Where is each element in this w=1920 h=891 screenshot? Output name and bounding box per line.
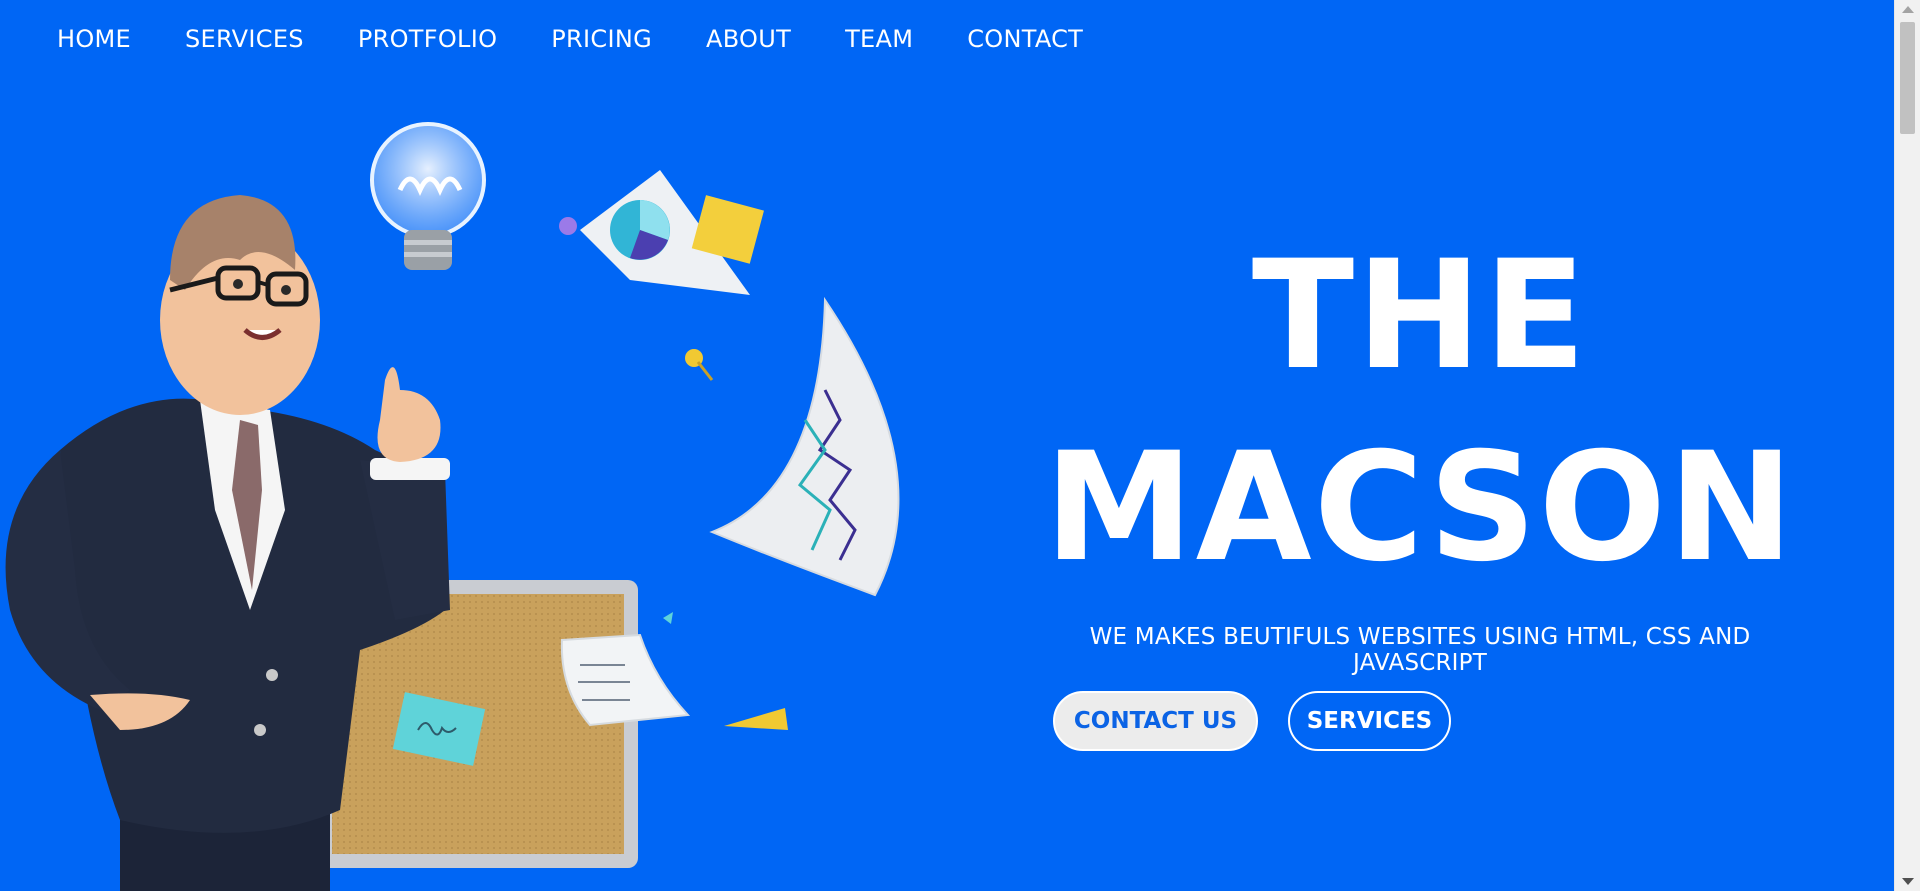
nav-portfolio[interactable]: PROTFOLIO <box>358 22 497 56</box>
scrollbar-thumb[interactable] <box>1900 22 1915 134</box>
contact-us-button[interactable]: CONTACT US <box>1053 691 1258 751</box>
nav-contact[interactable]: CONTACT <box>967 22 1083 56</box>
pushpin-icon <box>685 349 714 381</box>
nav-services[interactable]: SERVICES <box>185 22 304 56</box>
hero-title-line-2: MACSON <box>1044 421 1796 595</box>
nav-about[interactable]: ABOUT <box>706 22 791 56</box>
nav-pricing[interactable]: PRICING <box>551 22 652 56</box>
chevron-up-icon[interactable] <box>1902 6 1914 13</box>
vertical-scrollbar[interactable] <box>1894 0 1920 891</box>
landing-page: HOME SERVICES PROTFOLIO PRICING ABOUT TE… <box>0 0 1920 891</box>
graph-paper-icon <box>709 296 900 597</box>
hero-buttons: CONTACT US SERVICES <box>1053 691 1451 751</box>
nav-team[interactable]: TEAM <box>845 22 913 56</box>
hero-section: THE MACSON WE MAKES BEUTIFULS WEBSITES U… <box>1020 220 1820 676</box>
chevron-down-icon[interactable] <box>1902 878 1914 885</box>
nav-home[interactable]: HOME <box>57 22 131 56</box>
hero-title-line-1: THE <box>1251 229 1589 403</box>
hero-subtitle: WE MAKES BEUTIFULS WEBSITES USING HTML, … <box>1089 624 1751 676</box>
lightbulb-icon <box>370 122 486 270</box>
services-button[interactable]: SERVICES <box>1288 691 1451 751</box>
businessman-illustration <box>5 122 900 891</box>
main-nav: HOME SERVICES PROTFOLIO PRICING ABOUT TE… <box>57 22 1137 56</box>
pie-chart-paper-icon <box>559 170 764 295</box>
